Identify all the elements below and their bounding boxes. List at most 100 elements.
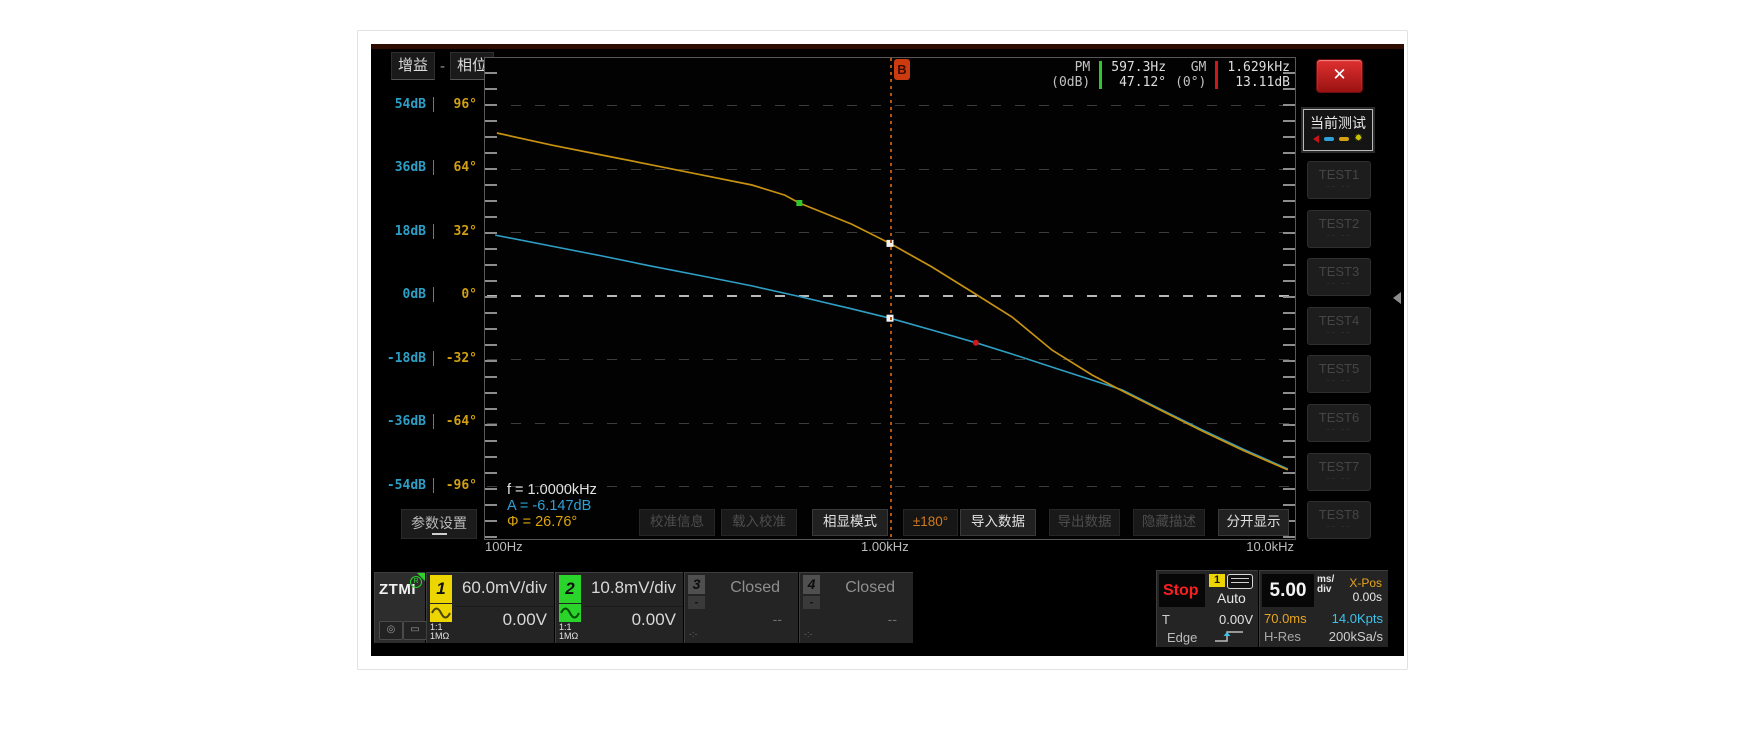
trigger-mode: Auto — [1217, 590, 1246, 606]
phase-curve — [497, 133, 1288, 470]
frequency-cursor-line[interactable] — [890, 58, 892, 539]
timebase-value: 5.00 — [1262, 574, 1314, 607]
phase-tick: 64° — [439, 160, 477, 175]
close-button[interactable]: ✕ — [1316, 59, 1363, 93]
cursor-gain: A = -6.147dB — [507, 498, 597, 514]
touch-pointer-icon[interactable]: ◎ — [379, 621, 403, 640]
trigger-level-label: T — [1162, 612, 1170, 627]
test-dashes: -- -- — [1308, 231, 1370, 240]
test8-button[interactable]: TEST8-- -- — [1307, 501, 1371, 539]
x-tick-1khz: 1.00kHz — [861, 539, 909, 554]
channel1-offset: 0.00V — [503, 610, 547, 630]
channel2-scale: 10.8mV/div — [591, 578, 676, 598]
channel4-minus: - — [803, 596, 820, 609]
test6-button[interactable]: TEST6-- -- — [1307, 404, 1371, 442]
gm-color-bar — [1215, 61, 1218, 89]
yellow-trace-icon — [1339, 137, 1349, 141]
acquisition-time: 70.0ms — [1264, 611, 1307, 626]
y-axis-row: 54dB 96° — [371, 97, 477, 112]
bode-plot: B PM(0dB) 597.3Hz47.12° GM(0°) 1.629kHz1… — [484, 57, 1296, 540]
test7-button[interactable]: TEST7-- -- — [1307, 453, 1371, 491]
current-test-button[interactable]: 当前测试 ✹ — [1303, 109, 1373, 151]
test-dashes: -- -- — [1308, 182, 1370, 191]
toolbar-button-split-display[interactable]: 分开显示 — [1218, 509, 1289, 536]
test-dashes: -- -- — [1308, 474, 1370, 483]
oscilloscope-screen: 增益 - 相位 54dB96° 36dB64° 18dB32° 0dB0° -1… — [371, 44, 1404, 656]
channel4-badge: 4 — [803, 575, 820, 594]
x-tick-10khz: 10.0kHz — [1246, 539, 1294, 554]
page: 增益 - 相位 54dB96° 36dB64° 18dB32° 0dB0° -1… — [0, 0, 1760, 730]
toolbar-button-plus-minus-180[interactable]: ±180° — [903, 509, 958, 536]
tab-separator: - — [440, 58, 445, 75]
gm-values: 1.629kHz13.11dB — [1227, 60, 1290, 90]
gm-label: GM(0°) — [1175, 60, 1206, 90]
cursor-phase: Φ = 26.76° — [507, 514, 597, 530]
phase-tick: 32° — [439, 224, 477, 239]
xpos-label: X-Pos — [1349, 576, 1382, 590]
keypad-icon — [1227, 574, 1253, 589]
channel4-panel[interactable]: 4 - Closed -- -:- — [799, 572, 913, 643]
x-tick-100hz: 100Hz — [485, 539, 523, 554]
tick-divider — [433, 224, 434, 239]
tab-gain[interactable]: 增益 — [391, 52, 435, 80]
gain-tick: -18dB — [380, 351, 426, 366]
pm-color-bar — [1099, 61, 1102, 89]
channel3-panel[interactable]: 3 - Closed -- -:- — [684, 572, 798, 643]
channel2-offset: 0.00V — [632, 610, 676, 630]
trigger-panel[interactable]: Stop 1 Auto T 0.00V Edge — [1156, 570, 1258, 647]
channel2-badge: 2 — [559, 575, 581, 603]
test1-button[interactable]: TEST1-- -- — [1307, 161, 1371, 199]
active-underline — [432, 533, 447, 535]
drag-pointer-icon[interactable]: ▭ — [403, 621, 427, 640]
gain-tick: 36dB — [380, 160, 426, 175]
current-test-label: 当前测试 — [1304, 113, 1372, 133]
parameter-settings-button[interactable]: 参数设置 — [401, 509, 477, 539]
test-dashes: -- -- — [1308, 425, 1370, 434]
toolbar-button-export-data[interactable]: 导出数据 — [1049, 509, 1120, 536]
timebase-unit: ms/div — [1317, 575, 1334, 595]
tick-divider — [433, 414, 434, 429]
current-test-legend: ✹ — [1304, 135, 1372, 143]
test5-button[interactable]: TEST5-- -- — [1307, 355, 1371, 393]
margin-readout: PM(0dB) 597.3Hz47.12° GM(0°) 1.629kHz13.… — [1051, 60, 1290, 90]
channel2-panel[interactable]: 2 1:11MΩ 10.8mV/div 0.00V — [555, 572, 683, 643]
panel-divider — [584, 606, 683, 607]
brand-logo: ZTMI R ◎ ▭ — [374, 572, 425, 643]
channel4-time: -:- — [804, 629, 813, 639]
channel3-time: -:- — [689, 629, 698, 639]
sample-rate: 200kSa/s — [1329, 629, 1383, 644]
cursor-frequency: f = 1.0000kHz — [507, 482, 597, 498]
test2-button[interactable]: TEST2-- -- — [1307, 210, 1371, 248]
phase-tick: 96° — [439, 97, 477, 112]
gain-tick: 54dB — [380, 97, 426, 112]
y-axis-row: 18dB32° — [371, 224, 477, 239]
channel3-value: -- — [773, 611, 782, 627]
test4-button[interactable]: TEST4-- -- — [1307, 307, 1371, 345]
y-axis-row: -36dB-64° — [371, 414, 477, 429]
channel4-value: -- — [888, 611, 897, 627]
channel1-panel[interactable]: 1 1:11MΩ 60.0mV/div 0.00V — [426, 572, 554, 643]
phase-tick: 0° — [439, 287, 477, 302]
cursor-b-badge[interactable]: B — [894, 59, 910, 80]
tick-divider — [433, 478, 434, 493]
red-arrow-icon — [1313, 135, 1319, 143]
toolbar-button-import-data[interactable]: 导入数据 — [960, 509, 1036, 536]
y-axis-row: -18dB-32° — [371, 351, 477, 366]
parameter-settings-label: 参数设置 — [411, 515, 467, 531]
y-axis-row: -54dB-96° — [371, 478, 477, 493]
collapse-panel-arrow-icon[interactable] — [1393, 292, 1401, 304]
channel2-probe: 1:11MΩ — [559, 623, 578, 641]
toolbar-button-hide-description[interactable]: 隐藏描述 — [1133, 509, 1205, 536]
sun-marker-icon: ✹ — [1354, 135, 1362, 143]
test3-button[interactable]: TEST3-- -- — [1307, 258, 1371, 296]
gain-tick: -54dB — [380, 478, 426, 493]
status-bar: ZTMI R ◎ ▭ 1 1:11MΩ 60.0mV/div 0.00V 2 — [371, 564, 1404, 656]
toolbar-button-phase-display-mode[interactable]: 相显模式 — [812, 509, 888, 536]
toolbar-button-load-calibration[interactable]: 载入校准 — [721, 509, 797, 536]
toolbar-button-calibration-info[interactable]: 校准信息 — [639, 509, 715, 536]
pm-label: PM(0dB) — [1051, 60, 1090, 90]
run-state: Stop — [1159, 574, 1205, 607]
tick-divider — [433, 287, 434, 302]
channel2-sine-icon — [559, 604, 581, 622]
acquisition-panel[interactable]: 5.00 ms/div X-Pos 0.00s 70.0ms 14.0Kpts … — [1259, 570, 1388, 647]
